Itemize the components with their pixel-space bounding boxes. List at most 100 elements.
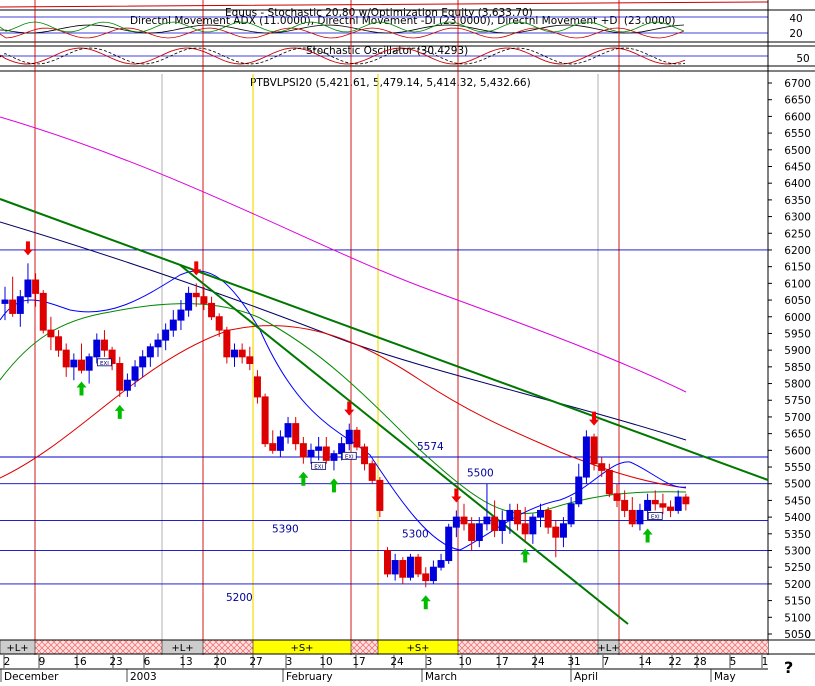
y-axis-tick-label: 6600 xyxy=(784,111,811,123)
y-axis-tick-label: 5300 xyxy=(784,546,811,558)
x-axis-tick-label: 5 xyxy=(730,656,737,668)
candle-body xyxy=(345,429,353,445)
candle-body xyxy=(146,346,154,358)
y-axis-tick-label: 5650 xyxy=(784,429,811,441)
exit-marker-label: EXI xyxy=(314,464,323,470)
candle-body xyxy=(552,526,560,538)
candle-body xyxy=(1,299,9,304)
candle-body xyxy=(246,356,254,365)
candle-body xyxy=(498,519,506,531)
candle-body xyxy=(131,366,139,381)
x-axis-tick-label: 16 xyxy=(73,656,87,668)
candle-body xyxy=(55,336,63,351)
y-axis-tick-label: 5700 xyxy=(784,412,811,424)
level-label: 5390 xyxy=(272,523,299,535)
x-axis-tick-label: 10 xyxy=(458,656,471,668)
candle-body xyxy=(16,296,24,314)
x-axis-tick-label: 24 xyxy=(531,656,545,668)
y-axis-tick-label: 6100 xyxy=(784,278,811,290)
x-axis-tick-label: 28 xyxy=(693,656,706,668)
candle-body xyxy=(231,349,238,358)
stochastic-panel-title: Stochastic Oscillator (30.4293) xyxy=(306,45,468,57)
candle-body xyxy=(39,292,47,331)
signal-band-label: +L+ xyxy=(597,643,619,654)
x-axis-tick-label: 9 xyxy=(39,656,46,668)
candle-body xyxy=(139,356,147,368)
y-axis-tick-label: 6700 xyxy=(784,78,811,90)
candle-body xyxy=(521,523,529,535)
candle-body xyxy=(269,443,277,451)
candle-body xyxy=(223,329,231,358)
candle-body xyxy=(529,516,537,535)
candle-body xyxy=(78,359,85,371)
level-label: 5300 xyxy=(402,529,429,541)
level-label: 5500 xyxy=(467,468,494,480)
candle-body xyxy=(62,349,70,368)
candle-body xyxy=(659,503,667,508)
candle-body xyxy=(261,396,269,445)
exit-marker-label: EXI xyxy=(100,361,109,367)
candle-body xyxy=(284,423,292,438)
y-axis-tick-label: 6000 xyxy=(784,312,811,324)
y-axis-tick-label: 6550 xyxy=(784,128,811,140)
y-axis-tick-label: 0 xyxy=(804,629,811,641)
candle-body xyxy=(468,523,476,541)
y-axis-tick-label: 6200 xyxy=(784,245,811,257)
adx-tick-label: 20 xyxy=(789,28,802,40)
candle-body xyxy=(605,469,613,495)
x-axis-tick-label: 7 xyxy=(603,656,610,668)
y-axis-tick-label: 6250 xyxy=(784,228,811,240)
candle-body xyxy=(644,499,652,511)
y-axis-tick-label: 5150 xyxy=(784,596,811,608)
candle-body xyxy=(491,516,499,531)
x-axis-tick-label: 23 xyxy=(109,656,122,668)
month-label: April xyxy=(574,671,598,682)
candle-body xyxy=(559,523,567,538)
candle-body xyxy=(598,463,606,471)
candle-body xyxy=(613,493,621,501)
candle-body xyxy=(276,436,284,451)
x-axis-tick-label: 14 xyxy=(638,656,652,668)
candle-body xyxy=(200,296,208,304)
signal-band-label: +L+ xyxy=(171,643,193,654)
month-label: 2003 xyxy=(130,671,157,682)
candle-body xyxy=(414,556,422,575)
y-axis-tick-label: 6300 xyxy=(784,212,811,224)
help-icon[interactable]: ? xyxy=(784,658,793,677)
candle-body xyxy=(330,453,338,461)
x-axis-tick-label: 27 xyxy=(249,656,262,668)
y-axis-tick-label: 5250 xyxy=(784,562,811,574)
candle-body xyxy=(506,509,514,521)
candle-body xyxy=(429,566,437,582)
y-axis-tick-label: 5350 xyxy=(784,529,811,541)
candle-body xyxy=(628,509,636,525)
candle-body xyxy=(353,429,361,448)
candle-body xyxy=(100,339,108,351)
candle-body xyxy=(475,523,483,541)
candle-body xyxy=(406,556,414,578)
x-axis-tick-label: 2 xyxy=(4,656,11,668)
candle-body xyxy=(116,363,124,391)
y-axis-tick-label: 5500 xyxy=(784,479,811,491)
candle-body xyxy=(514,509,522,525)
candle-body xyxy=(537,509,544,518)
y-axis-tick-label: 5450 xyxy=(784,495,811,507)
candle-body xyxy=(32,279,40,294)
candle-body xyxy=(582,436,590,478)
candle-body xyxy=(215,316,223,331)
x-axis-tick-label: 31 xyxy=(567,656,580,668)
candle-body xyxy=(384,550,391,575)
y-axis-tick-label: 6450 xyxy=(784,161,811,173)
candle-body xyxy=(575,476,583,505)
month-label: February xyxy=(286,671,333,682)
candle-body xyxy=(24,279,32,298)
candle-body xyxy=(85,356,93,371)
exit-marker-label: EXI xyxy=(651,514,660,520)
candle-body xyxy=(391,560,399,575)
candle-body xyxy=(123,379,131,391)
y-axis-tick-label: 5850 xyxy=(784,362,811,374)
candle-body xyxy=(376,479,384,511)
y-axis-tick-label: 5750 xyxy=(784,395,811,407)
candle-body xyxy=(422,573,430,582)
candle-body xyxy=(567,503,575,525)
